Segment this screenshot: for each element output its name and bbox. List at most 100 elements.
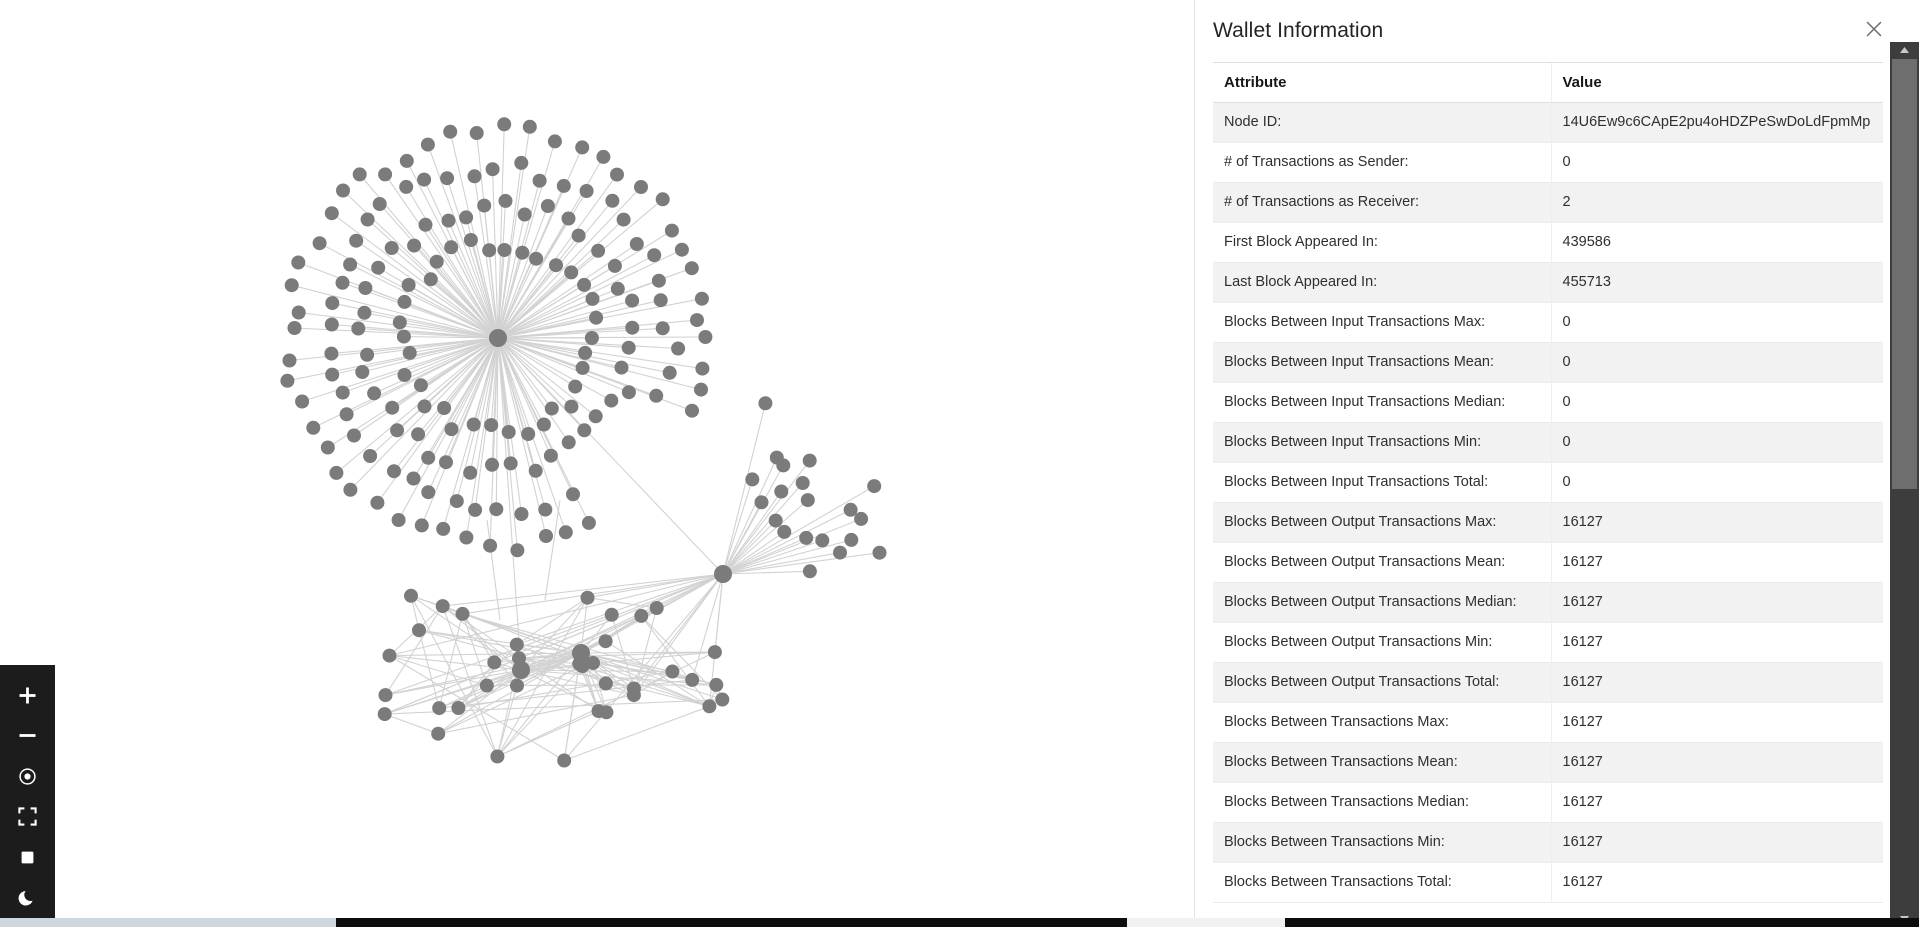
graph-node[interactable]: [360, 347, 375, 362]
graph-node[interactable]: [284, 278, 299, 293]
graph-node[interactable]: [371, 260, 386, 275]
graph-node[interactable]: [698, 330, 713, 344]
graph-node[interactable]: [795, 476, 810, 490]
graph-node[interactable]: [421, 485, 436, 500]
graph-node[interactable]: [435, 599, 450, 614]
graph-node[interactable]: [802, 564, 817, 579]
graph-node[interactable]: [466, 417, 481, 432]
graph-node[interactable]: [532, 173, 547, 188]
graph-node[interactable]: [571, 228, 586, 243]
graph-node[interactable]: [580, 590, 595, 605]
graph-node[interactable]: [709, 677, 724, 692]
graph-node[interactable]: [556, 178, 571, 193]
graph-node[interactable]: [815, 533, 830, 548]
graph-node[interactable]: [774, 484, 789, 499]
graph-node[interactable]: [411, 427, 426, 442]
graph-node[interactable]: [399, 179, 414, 194]
graph-node[interactable]: [437, 401, 452, 415]
graph-node[interactable]: [295, 394, 310, 409]
graph-node[interactable]: [324, 206, 339, 221]
graph-node[interactable]: [335, 275, 350, 290]
graph-node[interactable]: [432, 701, 447, 716]
graph-node[interactable]: [561, 211, 576, 226]
graph-node[interactable]: [489, 502, 504, 517]
graph-node[interactable]: [714, 565, 732, 583]
graph-node[interactable]: [399, 153, 414, 168]
graph-node[interactable]: [440, 171, 455, 186]
graph-node[interactable]: [402, 345, 417, 360]
graph-node[interactable]: [370, 495, 385, 510]
graph-node[interactable]: [413, 378, 428, 393]
graph-node[interactable]: [517, 207, 532, 222]
graph-node[interactable]: [291, 305, 306, 320]
graph-node[interactable]: [776, 458, 791, 473]
graph-node[interactable]: [320, 440, 335, 455]
graph-node[interactable]: [485, 457, 499, 472]
graph-node[interactable]: [621, 340, 636, 355]
graph-node[interactable]: [653, 293, 668, 308]
graph-node[interactable]: [561, 435, 576, 450]
graph-node[interactable]: [463, 465, 478, 480]
graph-node[interactable]: [352, 167, 367, 182]
graph-node[interactable]: [598, 676, 613, 691]
graph-node[interactable]: [444, 422, 459, 437]
graph-node[interactable]: [414, 518, 429, 533]
graph-node[interactable]: [291, 255, 306, 270]
graph-node[interactable]: [417, 172, 432, 187]
graph-node[interactable]: [418, 217, 433, 232]
graph-node[interactable]: [378, 688, 393, 703]
graph-node[interactable]: [385, 400, 400, 415]
graph-node[interactable]: [529, 251, 544, 266]
graph-node[interactable]: [614, 360, 629, 375]
graph-node[interactable]: [598, 634, 613, 649]
graph-node[interactable]: [544, 401, 559, 416]
graph-node[interactable]: [469, 126, 484, 140]
graph-node[interactable]: [392, 315, 407, 330]
graph-node[interactable]: [401, 278, 416, 292]
graph-node[interactable]: [404, 588, 418, 603]
graph-node[interactable]: [872, 545, 887, 560]
graph-node[interactable]: [325, 367, 340, 382]
graph-node[interactable]: [363, 449, 378, 463]
graph-node[interactable]: [578, 345, 593, 360]
close-button[interactable]: [1860, 17, 1888, 45]
graph-node[interactable]: [575, 140, 590, 155]
graph-node[interactable]: [558, 525, 573, 540]
graph-node[interactable]: [651, 273, 666, 288]
graph-node[interactable]: [799, 530, 814, 545]
graph-node[interactable]: [833, 545, 847, 560]
graph-node[interactable]: [501, 425, 516, 439]
graph-node[interactable]: [549, 258, 563, 273]
graph-node[interactable]: [596, 149, 611, 164]
graph-node[interactable]: [357, 305, 372, 320]
graph-node[interactable]: [605, 193, 620, 208]
graph-node[interactable]: [685, 672, 700, 687]
graph-node[interactable]: [280, 373, 295, 388]
graph-node[interactable]: [707, 645, 722, 660]
graph-node[interactable]: [443, 124, 458, 139]
graph-node[interactable]: [564, 399, 579, 414]
panel-scrollbar[interactable]: [1890, 42, 1919, 927]
graph-node[interactable]: [489, 329, 507, 347]
graph-node[interactable]: [616, 212, 631, 227]
graph-node[interactable]: [536, 417, 551, 432]
graph-node[interactable]: [629, 237, 644, 251]
graph-node[interactable]: [715, 692, 730, 707]
graph-node[interactable]: [515, 245, 530, 260]
center-view-button[interactable]: [0, 756, 55, 797]
graph-node[interactable]: [702, 699, 717, 714]
graph-node[interactable]: [564, 265, 579, 280]
graph-node[interactable]: [649, 388, 664, 403]
graph-node[interactable]: [384, 241, 399, 255]
graph-node[interactable]: [490, 749, 505, 764]
zoom-out-button[interactable]: [0, 716, 55, 757]
graph-node[interactable]: [802, 453, 817, 468]
graph-node[interactable]: [512, 661, 530, 679]
graph-node[interactable]: [429, 254, 444, 269]
graph-node[interactable]: [758, 396, 773, 411]
graph-node[interactable]: [467, 169, 482, 184]
graph-node[interactable]: [800, 493, 815, 508]
graph-node[interactable]: [355, 365, 370, 379]
graph-node[interactable]: [503, 456, 518, 471]
graph-node[interactable]: [588, 409, 603, 424]
